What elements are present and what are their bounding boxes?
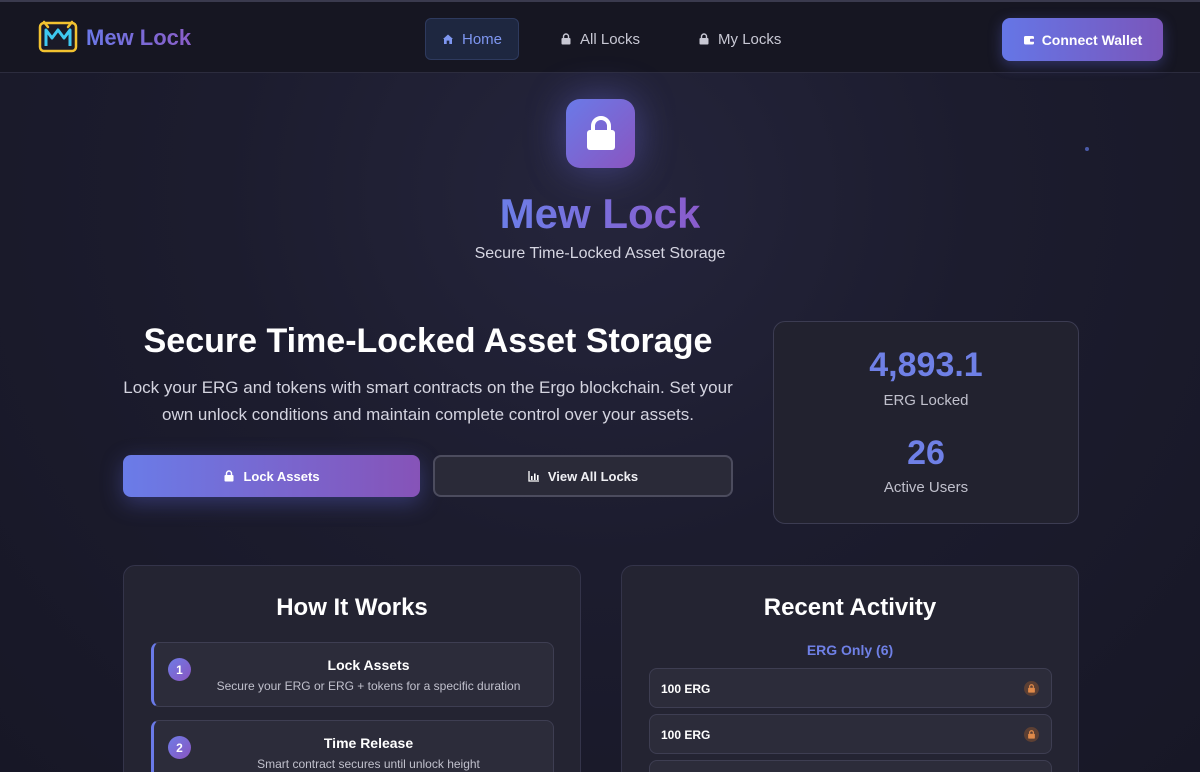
lock-assets-button[interactable]: Lock Assets xyxy=(123,455,420,497)
how-it-works-panel: How It Works 1 Lock Assets Secure your E… xyxy=(123,565,581,772)
lock-badge-icon xyxy=(1024,727,1039,742)
active-users-label: Active Users xyxy=(883,479,969,496)
activity-row[interactable]: 100 ERG xyxy=(649,714,1052,754)
step-item: 1 Lock Assets Secure your ERG or ERG + t… xyxy=(151,642,554,707)
erg-only-filter[interactable]: ERG Only (6) xyxy=(622,642,1078,658)
step-title: Time Release xyxy=(323,735,414,751)
activity-amount: 100 ERG xyxy=(661,682,711,696)
connect-wallet-button[interactable]: Connect Wallet xyxy=(1002,18,1163,61)
intro-description: Lock your ERG and tokens with smart cont… xyxy=(123,378,733,424)
lock-icon xyxy=(224,470,234,482)
hero-subtitle: Secure Time-Locked Asset Storage xyxy=(474,245,726,262)
recent-activity-panel: Recent Activity ERG Only (6) 100 ERG 100… xyxy=(621,565,1079,772)
intro-heading: Secure Time-Locked Asset Storage xyxy=(143,322,713,360)
main-nav: Home All Locks My Locks xyxy=(425,18,822,60)
mew-logo-icon xyxy=(38,20,78,56)
lock-assets-label: Lock Assets xyxy=(243,468,320,484)
recent-activity-title: Recent Activity xyxy=(763,594,937,621)
view-all-locks-label: View All Locks xyxy=(547,468,639,484)
lock-badge-icon xyxy=(1024,681,1039,696)
how-it-works-title: How It Works xyxy=(276,594,428,621)
nav-item-all-locks[interactable]: All Locks xyxy=(543,18,657,60)
nav-item-label: My Locks xyxy=(718,30,782,48)
activity-row[interactable] xyxy=(649,760,1052,772)
step-description: Secure your ERG or ERG + tokens for a sp… xyxy=(216,679,521,693)
brand-name: Mew Lock xyxy=(86,25,192,50)
chart-icon xyxy=(528,471,539,482)
step-description: Smart contract secures until unlock heig… xyxy=(257,757,480,771)
brand[interactable]: Mew Lock xyxy=(38,20,191,56)
step-title: Lock Assets xyxy=(327,657,410,673)
decorative-dot xyxy=(1085,147,1089,151)
stats-card: 4,893.1 ERG Locked 26 Active Users xyxy=(773,321,1079,524)
step-item: 2 Time Release Smart contract secures un… xyxy=(151,720,554,772)
hero-title: Mew Lock xyxy=(499,190,701,237)
connect-wallet-label: Connect Wallet xyxy=(1041,31,1143,48)
erg-locked-label: ERG Locked xyxy=(883,392,969,409)
active-users-value: 26 xyxy=(907,434,945,472)
nav-item-label: Home xyxy=(462,30,503,48)
lock-icon xyxy=(561,33,571,45)
top-navbar: Mew Lock Home All Locks My Locks Connect… xyxy=(0,0,1200,73)
nav-item-my-locks[interactable]: My Locks xyxy=(681,18,798,60)
nav-item-home[interactable]: Home xyxy=(425,18,520,60)
wallet-icon xyxy=(1023,35,1035,44)
activity-row[interactable]: 100 ERG xyxy=(649,668,1052,708)
view-all-locks-button[interactable]: View All Locks xyxy=(433,455,733,497)
erg-locked-value: 4,893.1 xyxy=(869,346,983,384)
home-icon xyxy=(443,34,453,44)
activity-amount: 100 ERG xyxy=(661,728,711,742)
lock-icon xyxy=(699,33,709,45)
nav-item-label: All Locks xyxy=(580,30,641,48)
hero-lock-icon xyxy=(566,99,635,168)
